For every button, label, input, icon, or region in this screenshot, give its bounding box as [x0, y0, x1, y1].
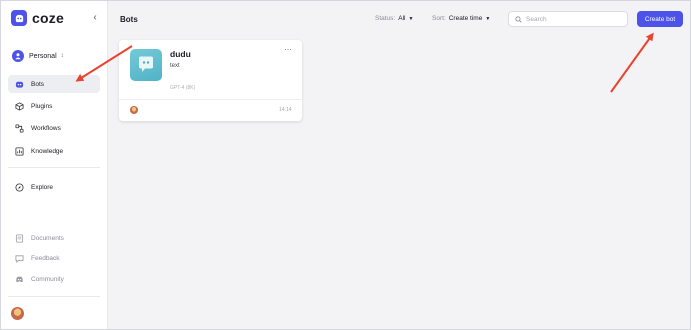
page-title: Bots	[120, 15, 138, 24]
brand-logo[interactable]: coze	[11, 10, 64, 26]
search-box[interactable]	[508, 11, 628, 27]
caret-down-icon: ▼	[408, 15, 414, 22]
workspace-switcher[interactable]: Personal ↕	[12, 49, 64, 63]
sidebar-item-label: Bots	[31, 80, 45, 88]
feedback-icon	[14, 253, 24, 263]
sidebar-item-knowledge[interactable]: Knowledge	[8, 142, 100, 160]
status-filter-label: Status:	[375, 15, 396, 22]
sidebar-item-explore[interactable]: Explore	[8, 178, 100, 196]
sidebar-item-workflows[interactable]: Workflows	[8, 119, 100, 137]
sidebar-item-label: Workflows	[31, 124, 61, 132]
collapse-sidebar-icon[interactable]: ‹	[89, 12, 101, 24]
document-icon	[14, 233, 24, 243]
bot-name: dudu	[170, 49, 191, 59]
sidebar-divider	[8, 167, 100, 168]
workspace-label: Personal	[29, 52, 57, 60]
bot-description: text	[170, 63, 180, 69]
sidebar-item-label: Plugins	[31, 102, 53, 110]
compass-icon	[14, 182, 24, 192]
caret-down-icon: ▼	[485, 15, 491, 22]
user-avatar[interactable]	[11, 307, 24, 320]
bot-time: 14:14	[279, 107, 292, 113]
brand-name: coze	[32, 10, 64, 26]
card-divider	[119, 99, 302, 100]
more-options-icon[interactable]: …	[284, 43, 293, 52]
sort-filter[interactable]: Sort: Create time ▼	[432, 15, 490, 22]
sidebar-item-label: Knowledge	[31, 147, 64, 155]
sidebar-item-feedback[interactable]: Feedback	[8, 249, 100, 267]
bot-model: GPT-4 (8K)	[170, 85, 196, 91]
sidebar-item-label: Explore	[31, 183, 54, 191]
sidebar-item-label: Community	[31, 275, 64, 283]
sidebar: coze ‹ Personal ↕ Bots Plugins Workflows	[0, 0, 108, 330]
search-input[interactable]	[526, 15, 616, 23]
user-icon	[12, 50, 24, 62]
sidebar-item-label: Feedback	[31, 254, 60, 262]
sidebar-item-bots[interactable]: Bots	[8, 75, 100, 93]
sidebar-item-community[interactable]: Community	[8, 270, 100, 288]
workflow-icon	[14, 123, 24, 133]
sidebar-item-documents[interactable]: Documents	[8, 229, 100, 247]
owner-avatar	[130, 106, 138, 114]
sort-filter-label: Sort:	[432, 15, 446, 22]
discord-icon	[14, 274, 24, 284]
sort-filter-value: Create time	[448, 15, 483, 22]
create-bot-button[interactable]: Create bot	[637, 11, 683, 27]
sidebar-item-plugins[interactable]: Plugins	[8, 97, 100, 115]
bot-icon	[14, 79, 24, 89]
coze-logo-icon	[11, 10, 27, 26]
cube-icon	[14, 101, 24, 111]
knowledge-icon	[14, 146, 24, 156]
sidebar-divider	[8, 296, 100, 297]
status-filter[interactable]: Status: All ▼	[375, 15, 413, 22]
sidebar-item-label: Documents	[31, 234, 64, 242]
main-content: Bots Status: All ▼ Sort: Create time ▼ C…	[108, 0, 691, 330]
search-icon	[515, 10, 522, 28]
status-filter-value: All	[398, 15, 406, 22]
bot-avatar	[130, 49, 162, 81]
bot-card[interactable]: dudu text GPT-4 (8K) … 14:14	[119, 40, 302, 121]
updown-caret-icon: ↕	[60, 53, 64, 59]
